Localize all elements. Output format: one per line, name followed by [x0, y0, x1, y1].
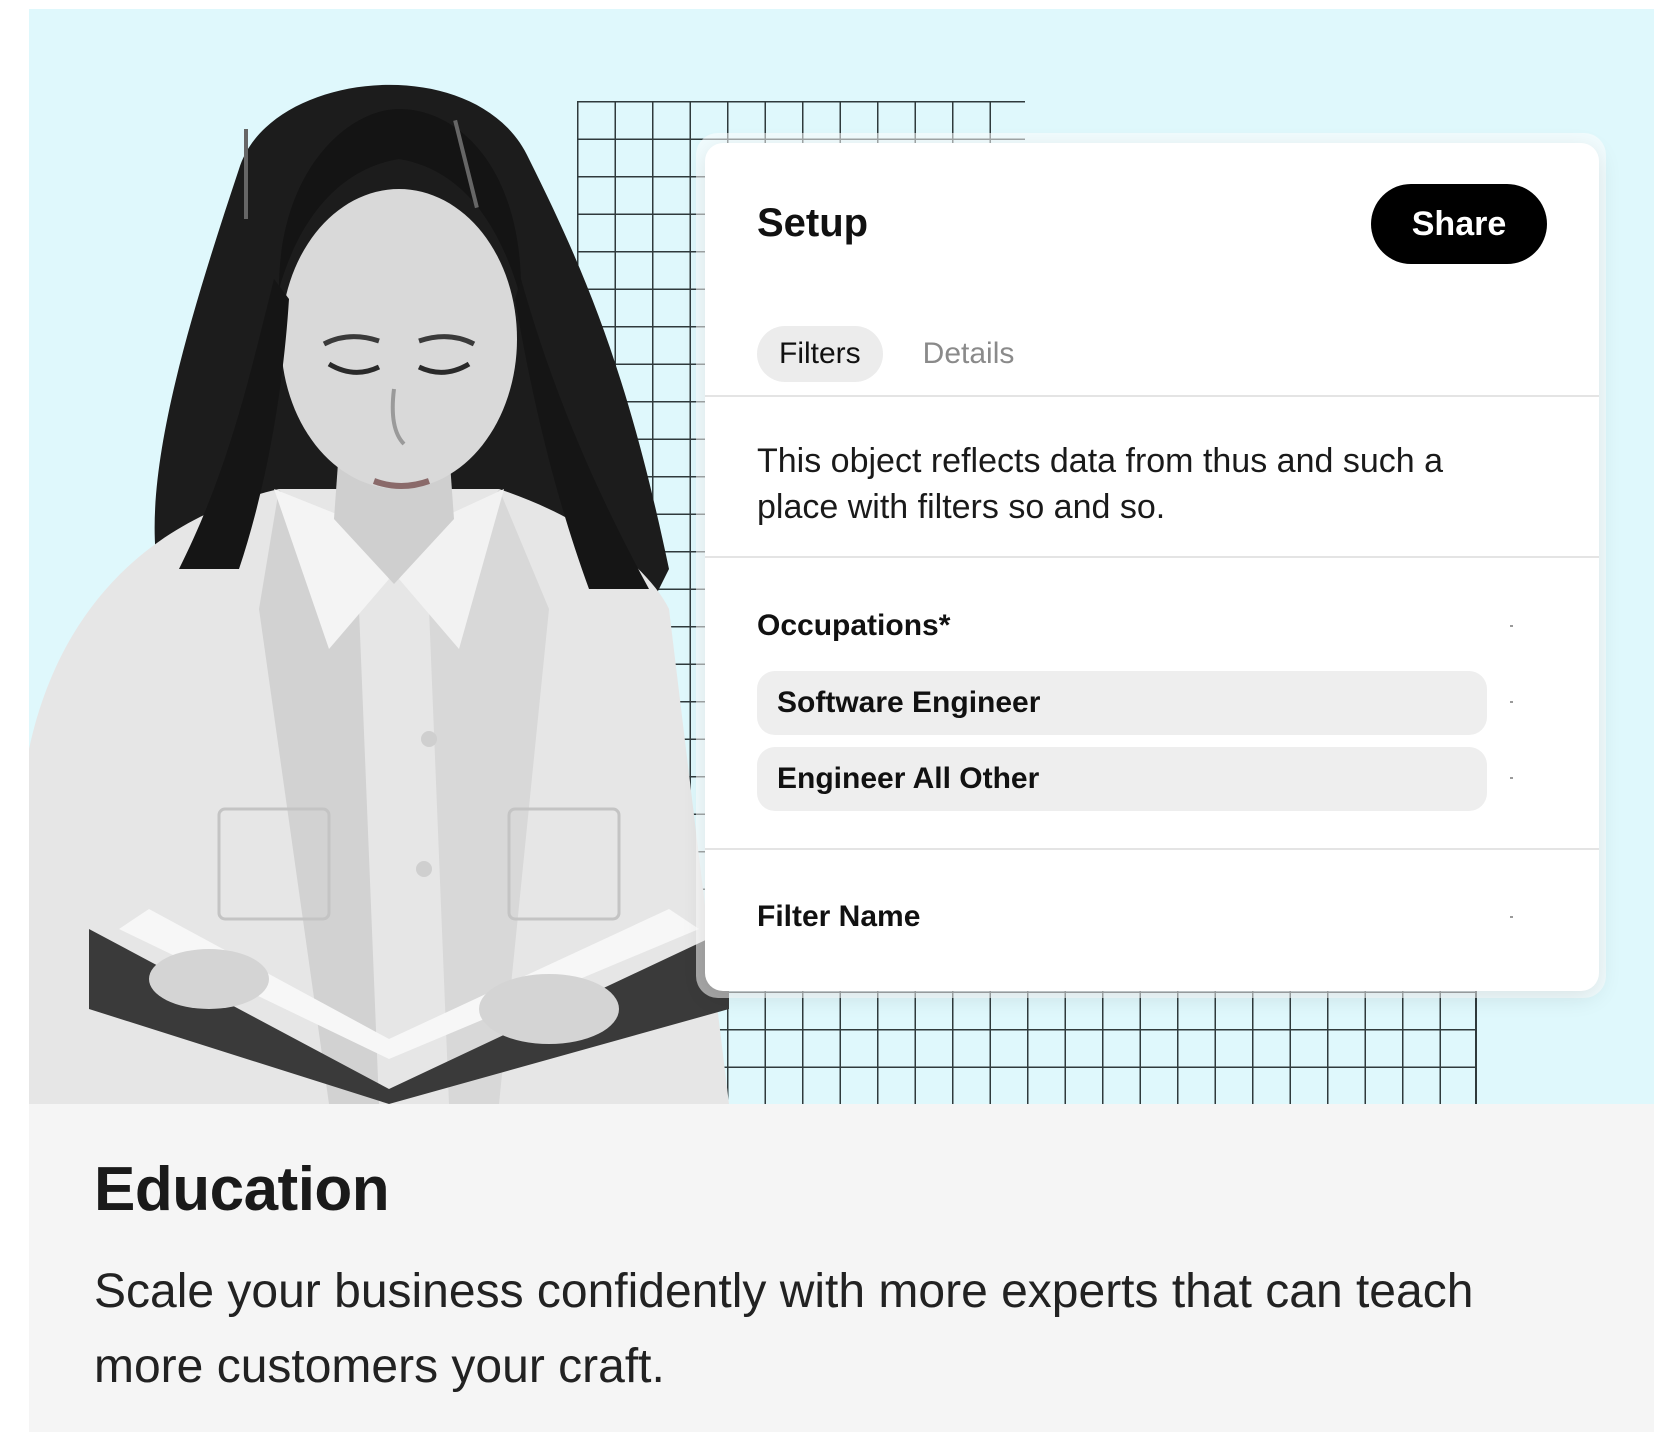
- divider: [705, 556, 1599, 558]
- occupation-chip-engineer-all-other[interactable]: Engineer All Other: [757, 747, 1487, 811]
- occupations-label: Occupations*: [757, 609, 951, 642]
- drag-handle-icon: [1510, 625, 1513, 627]
- section-title: Education: [94, 1155, 390, 1224]
- drag-handle-icon: [1510, 701, 1513, 703]
- tab-filters[interactable]: Filters: [757, 326, 883, 382]
- drag-handle-icon: [1510, 916, 1513, 918]
- grid-pattern-edge: [1475, 991, 1477, 1104]
- tab-bar: Filters Details: [757, 326, 1036, 382]
- card-description: This object reflects data from thus and …: [757, 442, 1444, 526]
- divider: [705, 848, 1599, 850]
- card-title: Setup: [757, 201, 869, 245]
- setup-card: Setup Share Filters Details This object …: [705, 143, 1599, 991]
- hero-banner: Setup Share Filters Details This object …: [29, 9, 1654, 1104]
- page: Setup Share Filters Details This object …: [0, 0, 1654, 1432]
- section-description: Scale your business confidently with mor…: [94, 1265, 1474, 1393]
- divider: [705, 395, 1599, 397]
- filter-name-label: Filter Name: [757, 900, 921, 933]
- student-reading-photo: [29, 84, 729, 1104]
- occupation-chip-software-engineer[interactable]: Software Engineer: [757, 671, 1487, 735]
- education-section: Education Scale your business confidentl…: [29, 1104, 1654, 1432]
- drag-handle-icon: [1510, 777, 1513, 779]
- tab-details[interactable]: Details: [901, 326, 1037, 382]
- share-button[interactable]: Share: [1371, 184, 1547, 264]
